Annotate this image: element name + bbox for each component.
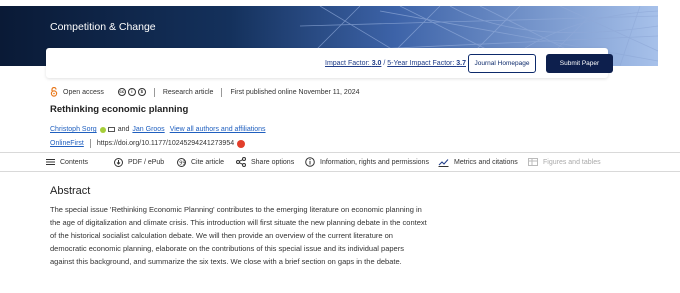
- impact-factors[interactable]: Impact Factor: 3.0 / 5-Year Impact Facto…: [325, 60, 466, 67]
- table-icon: [528, 158, 538, 166]
- doi-text[interactable]: https://doi.org/10.1177/1024529424127395…: [97, 140, 234, 147]
- published-date: First published online November 11, 2024: [230, 88, 360, 96]
- doi-line: OnlineFirst https://doi.org/10.1177/1024…: [50, 139, 246, 148]
- share-options-button[interactable]: Share options: [236, 153, 294, 171]
- chart-icon: [438, 158, 449, 167]
- article-meta: Open access cc i $ Research article First …: [50, 87, 360, 97]
- article-toolbar: Contents PDF / ePub 99 Cite article Shar…: [0, 153, 680, 171]
- online-first-link[interactable]: OnlineFirst: [50, 140, 84, 147]
- creative-commons-icon[interactable]: cc i $: [117, 88, 146, 96]
- metrics-citations-button[interactable]: Metrics and citations: [438, 153, 518, 171]
- abstract-heading: Abstract: [50, 185, 91, 197]
- journal-title[interactable]: Competition & Change: [50, 21, 156, 33]
- crossmark-icon[interactable]: [237, 139, 246, 148]
- list-icon: [46, 159, 55, 165]
- pdf-epub-button[interactable]: PDF / ePub: [114, 153, 164, 171]
- share-icon: [236, 157, 246, 167]
- mail-icon[interactable]: [107, 127, 115, 132]
- abstract-text: The special issue 'Rethinking Economic P…: [50, 205, 427, 266]
- quote-icon: 99: [177, 157, 186, 167]
- orcid-icon[interactable]: [99, 126, 106, 133]
- submit-paper-button[interactable]: Submit Paper: [546, 54, 613, 73]
- article-title: Rethinking economic planning: [50, 104, 189, 115]
- info-icon: [305, 157, 315, 167]
- authors-line: Christoph Sorg and Jan Groos View all au…: [50, 126, 266, 133]
- author-link[interactable]: Christoph Sorg: [50, 126, 97, 133]
- open-access-icon: [50, 87, 58, 97]
- figures-tables-button[interactable]: Figures and tables: [528, 153, 601, 171]
- contents-button[interactable]: Contents: [46, 153, 88, 171]
- pdf-icon: [114, 157, 123, 167]
- journal-homepage-button[interactable]: Journal Homepage: [468, 54, 536, 73]
- information-rights-button[interactable]: Information, rights and permissions: [305, 153, 429, 171]
- open-access-label: Open access: [63, 88, 104, 96]
- svg-text:99: 99: [179, 160, 185, 166]
- author-link[interactable]: Jan Groos: [132, 126, 164, 133]
- view-all-authors-link[interactable]: View all authors and affiliations: [170, 126, 266, 133]
- article-type: Research article: [162, 88, 214, 96]
- cite-article-button[interactable]: 99 Cite article: [177, 153, 224, 171]
